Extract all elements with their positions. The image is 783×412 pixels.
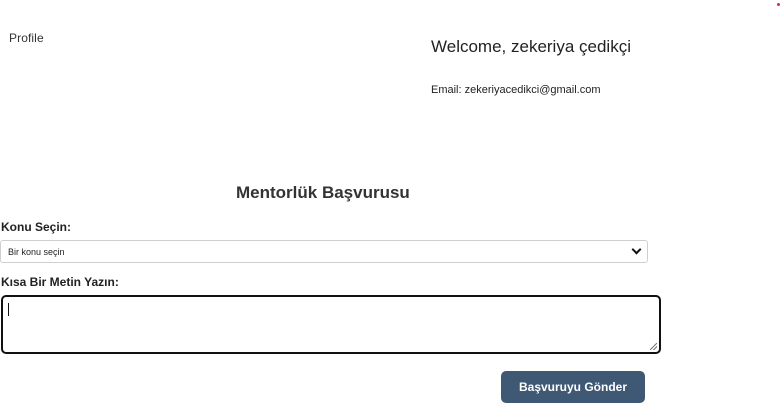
profile-image-broken: Profile <box>9 31 44 45</box>
topic-select-value: Bir konu seçin <box>8 246 65 257</box>
resize-grip-icon[interactable] <box>650 343 657 350</box>
text-label: Kısa Bir Metin Yazın: <box>1 275 119 289</box>
text-caret <box>8 303 9 316</box>
submit-application-button[interactable]: Başvuruyu Gönder <box>501 371 645 403</box>
topic-select[interactable]: Bir konu seçin <box>0 240 648 263</box>
form-title: Mentorlük Başvurusu <box>236 183 410 202</box>
welcome-heading: Welcome, zekeriya çedikçi <box>431 37 631 56</box>
user-email: Email: zekeriyacedikci@gmail.com <box>431 84 601 96</box>
short-text-textarea[interactable] <box>1 295 661 354</box>
chevron-down-icon <box>631 244 642 255</box>
status-dot <box>777 3 780 6</box>
topic-label: Konu Seçin: <box>1 220 72 234</box>
